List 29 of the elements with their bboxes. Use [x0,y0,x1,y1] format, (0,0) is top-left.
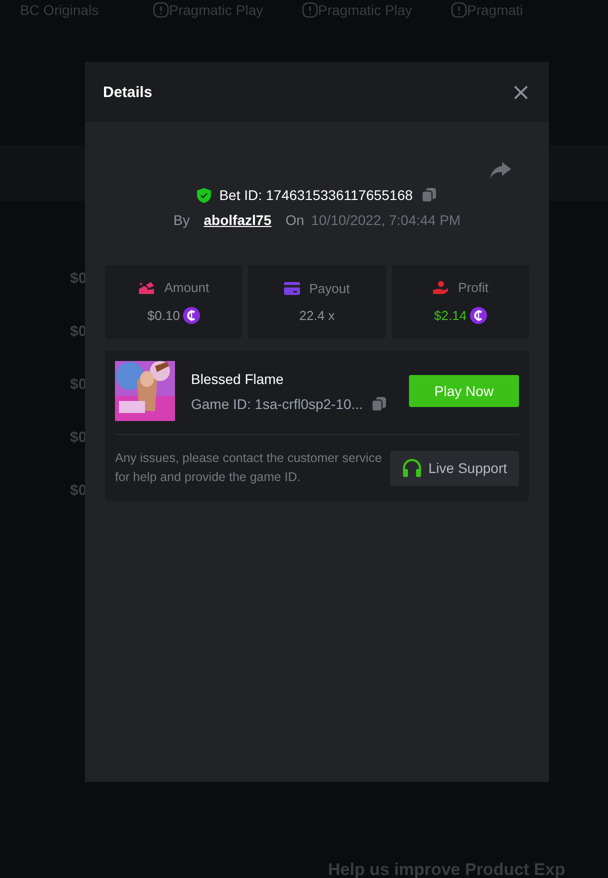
game-id: Game ID: 1sa-crfl0sp2-10... [191,396,363,412]
stat-value: 22.4 x [299,308,335,323]
stat-value: $0.10 [147,308,180,323]
dialog-title: Details [103,84,152,100]
on-label: On [285,212,304,228]
bet-id: Bet ID: 1746315336117655168 [219,187,413,203]
info-icon[interactable] [302,2,318,18]
close-button[interactable]: × [510,80,531,104]
coins-hand-icon [138,280,156,294]
live-support-button[interactable]: Live Support [390,450,519,486]
play-now-button[interactable]: Play Now [409,375,519,407]
copy-icon[interactable] [370,396,387,412]
stat-label: Amount [164,280,210,295]
copy-icon[interactable] [420,187,437,203]
bet-date: 10/10/2022, 7:04:44 PM [311,212,461,228]
stat-label: Payout [309,281,350,296]
stat-value: $2.14 [434,308,467,323]
by-label: By [173,212,190,228]
game-title: Blessed Flame [191,370,285,386]
person-hand-icon [432,280,450,294]
headset-icon [402,459,422,477]
username-link[interactable]: abolfazl75 [204,212,272,228]
stat-label: Profit [458,280,488,295]
shield-check-icon [197,188,212,202]
info-icon[interactable] [451,2,467,18]
share-icon[interactable] [490,162,511,179]
info-icon[interactable] [153,2,169,18]
support-notice: Any issues, please contact the customer service for help and provide the game ID. [115,450,383,486]
card-icon [284,282,300,295]
